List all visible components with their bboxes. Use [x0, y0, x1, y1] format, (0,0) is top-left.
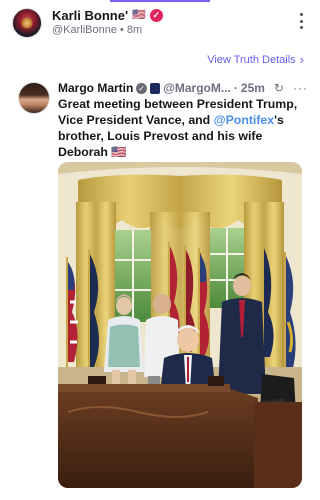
us-flag-icon: 🇺🇸 [111, 145, 127, 159]
chevron-right-icon: › [299, 52, 304, 67]
quoted-header: Margo Martin ✓ @MargoM... · 25m ↻ ··· [58, 81, 308, 95]
author-name[interactable]: Karli Bonne' [52, 8, 128, 23]
post-photo[interactable] [58, 162, 302, 488]
author-handle[interactable]: @KarliBonne [52, 24, 117, 36]
quoted-separator: · [233, 81, 238, 95]
author-name-row: Karli Bonne' 🇺🇸 ✓ [52, 8, 163, 23]
verified-badge-icon: ✓ [149, 9, 163, 22]
post-time: 8m [126, 24, 143, 36]
author-meta: @KarliBonne • 8m [52, 24, 142, 36]
author-avatar[interactable] [12, 8, 42, 38]
quoted-author-name[interactable]: Margo Martin [58, 81, 133, 95]
us-flag-icon: 🇺🇸 [132, 9, 146, 21]
more-options-icon[interactable] [298, 13, 304, 29]
flag-badge-icon [149, 82, 161, 94]
quoted-post-text: Great meeting between President Trump, V… [58, 96, 308, 160]
quoted-author-avatar[interactable] [18, 82, 50, 114]
quoted-time: 25m [240, 81, 265, 95]
mention-link[interactable]: @Pontifex [214, 113, 275, 127]
view-truth-details-label: View Truth Details [207, 53, 296, 66]
view-truth-details-link[interactable]: View Truth Details › [207, 53, 304, 66]
post-header: Karli Bonne' 🇺🇸 ✓ @KarliBonne • 8m [0, 0, 320, 44]
oval-office-photo [58, 162, 302, 488]
verified-badge-icon: ✓ [136, 82, 147, 94]
quoted-more-icon[interactable]: ··· [293, 81, 308, 95]
repost-icon[interactable]: ↻ [274, 81, 284, 95]
quoted-author-handle[interactable]: @MargoM... [163, 81, 231, 95]
meta-separator: • [119, 24, 124, 36]
